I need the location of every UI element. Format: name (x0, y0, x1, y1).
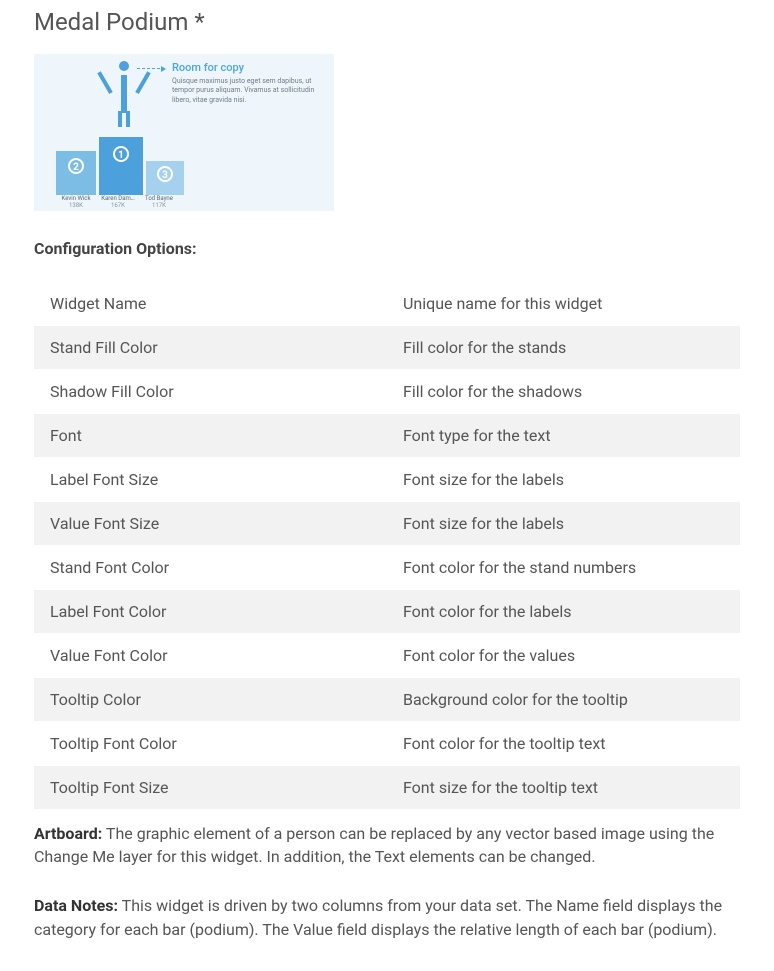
label-value: 167K (96, 202, 140, 209)
stand-1-number: 1 (113, 146, 129, 162)
option-name: Label Font Color (34, 590, 387, 634)
option-desc: Font color for the values (387, 634, 740, 678)
option-name: Label Font Size (34, 458, 387, 502)
data-notes-text: This widget is driven by two columns fro… (34, 896, 722, 938)
option-desc: Fill color for the stands (387, 326, 740, 370)
option-desc: Font color for the stand numbers (387, 546, 740, 590)
option-desc: Background color for the tooltip (387, 678, 740, 722)
option-desc: Font size for the tooltip text (387, 766, 740, 810)
table-row: Label Font ColorFont color for the label… (34, 590, 740, 634)
table-row: Widget NameUnique name for this widget (34, 282, 740, 326)
option-desc: Font size for the labels (387, 458, 740, 502)
podium-stands: 2 1 3 (56, 133, 186, 195)
preview-copy-title: Room for copy (172, 61, 322, 74)
podium-labels: Kevin Wick138K Karen Dam…167K Tod Bayne1… (56, 195, 186, 209)
person-icon (105, 61, 143, 121)
arrow-icon (137, 68, 165, 69)
option-name: Tooltip Color (34, 678, 387, 722)
stand-1: 1 (99, 137, 143, 195)
label-value: 138K (56, 202, 96, 209)
widget-preview: Room for copy Quisque maximus justo eget… (34, 54, 334, 211)
data-notes: Data Notes: This widget is driven by two… (34, 894, 740, 940)
table-row: Value Font SizeFont size for the labels (34, 502, 740, 546)
artboard-text: The graphic element of a person can be r… (34, 824, 714, 866)
option-desc: Font color for the labels (387, 590, 740, 634)
artboard-label: Artboard: (34, 824, 102, 843)
stand-3: 3 (146, 161, 184, 195)
table-row: FontFont type for the text (34, 414, 740, 458)
table-row: Tooltip Font ColorFont color for the too… (34, 722, 740, 766)
stand-2-number: 2 (68, 158, 84, 174)
configuration-options-heading: Configuration Options: (34, 239, 740, 258)
table-row: Tooltip Font SizeFont size for the toolt… (34, 766, 740, 810)
option-name: Stand Font Color (34, 546, 387, 590)
option-name: Tooltip Font Size (34, 766, 387, 810)
table-row: Label Font SizeFont size for the labels (34, 458, 740, 502)
configuration-options-table: Widget NameUnique name for this widgetSt… (34, 282, 740, 810)
option-desc: Font color for the tooltip text (387, 722, 740, 766)
label-name: Karen Dam… (96, 195, 140, 202)
page-title: Medal Podium * (34, 8, 740, 36)
data-notes-label: Data Notes: (34, 896, 118, 915)
table-row: Stand Font ColorFont color for the stand… (34, 546, 740, 590)
option-desc: Fill color for the shadows (387, 370, 740, 414)
option-desc: Unique name for this widget (387, 282, 740, 326)
table-row: Stand Fill ColorFill color for the stand… (34, 326, 740, 370)
option-name: Widget Name (34, 282, 387, 326)
label-name: Kevin Wick (56, 195, 96, 202)
option-name: Tooltip Font Color (34, 722, 387, 766)
stand-2: 2 (56, 151, 96, 195)
option-name: Stand Fill Color (34, 326, 387, 370)
stand-3-number: 3 (157, 166, 173, 182)
option-name: Value Font Size (34, 502, 387, 546)
option-name: Font (34, 414, 387, 458)
preview-copy-body: Quisque maximus justo eget sem dapibus, … (172, 77, 322, 105)
artboard-note: Artboard: The graphic element of a perso… (34, 822, 740, 868)
table-row: Shadow Fill ColorFill color for the shad… (34, 370, 740, 414)
label-value: 117K (140, 202, 178, 209)
table-row: Tooltip ColorBackground color for the to… (34, 678, 740, 722)
option-desc: Font type for the text (387, 414, 740, 458)
option-name: Shadow Fill Color (34, 370, 387, 414)
option-desc: Font size for the labels (387, 502, 740, 546)
option-name: Value Font Color (34, 634, 387, 678)
label-name: Tod Bayne (140, 195, 178, 202)
table-row: Value Font ColorFont color for the value… (34, 634, 740, 678)
